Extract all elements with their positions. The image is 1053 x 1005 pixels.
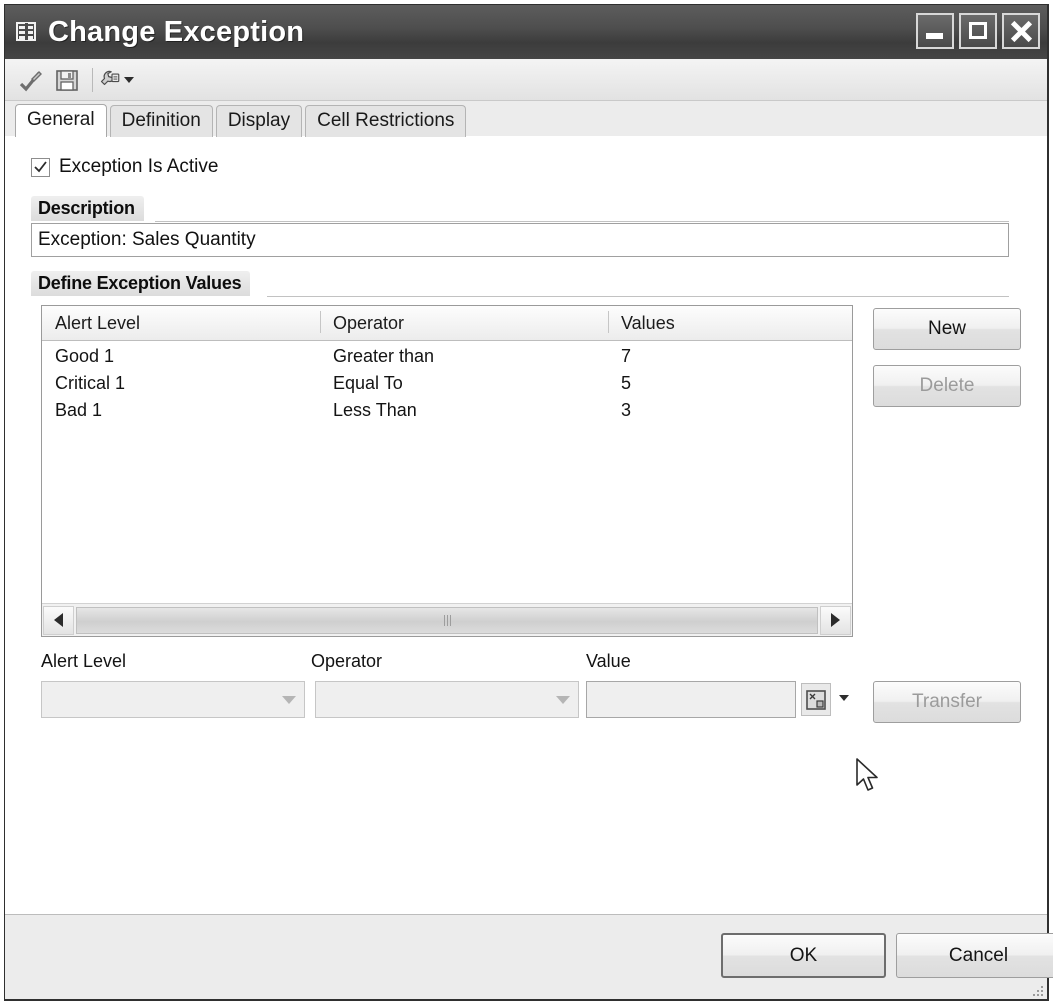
value-label: Value <box>586 651 631 671</box>
exception-is-active-row[interactable]: Exception Is Active <box>31 156 218 178</box>
mouse-cursor <box>856 758 882 799</box>
cell-operator: Equal To <box>333 373 403 393</box>
tools-wrench-icon[interactable] <box>100 64 134 96</box>
scroll-right-button[interactable] <box>820 605 851 635</box>
exception-values-list[interactable]: Alert Level Operator Values Good 1 Great… <box>41 305 853 637</box>
table-grid-icon <box>15 20 39 44</box>
chevron-down-icon[interactable] <box>124 76 134 83</box>
cell-alert-level: Bad 1 <box>55 400 103 420</box>
chevron-left-icon <box>54 613 63 627</box>
check-edit-icon[interactable] <box>13 64 47 96</box>
dialog-footer: OK Cancel <box>5 914 1053 999</box>
operator-label: Operator <box>311 651 383 671</box>
window-title: Change Exception <box>48 15 305 48</box>
cell-alert-level: Good 1 <box>55 346 115 366</box>
title-bar[interactable]: Change Exception <box>5 5 1047 59</box>
transfer-button[interactable]: Transfer <box>873 681 1021 723</box>
chevron-right-icon <box>831 613 840 627</box>
table-row[interactable]: Bad 1 Less Than 3 <box>42 397 852 424</box>
description-group-label: Description <box>31 196 144 221</box>
window-controls <box>916 13 1040 49</box>
value-help-chevron-down-icon[interactable] <box>839 695 849 701</box>
tab-display[interactable]: Display <box>215 105 303 137</box>
scrollbar-grip-icon <box>443 614 451 626</box>
horizontal-scrollbar[interactable] <box>42 603 852 636</box>
exception-is-active-checkbox[interactable] <box>31 157 50 177</box>
column-header-alert-level[interactable]: Alert Level <box>42 306 320 340</box>
cell-operator: Less Than <box>333 400 417 420</box>
exception-is-active-label: Exception Is Active <box>59 156 219 177</box>
toolbar <box>5 59 1047 101</box>
cancel-button[interactable]: Cancel <box>896 933 1053 978</box>
save-icon[interactable] <box>50 64 84 96</box>
scroll-left-button[interactable] <box>43 605 74 635</box>
chevron-down-icon[interactable] <box>274 682 304 717</box>
change-exception-dialog: Change Exception General Definition Disp… <box>4 4 1053 1001</box>
column-header-operator[interactable]: Operator <box>320 306 608 340</box>
alert-level-dropdown[interactable] <box>41 681 305 718</box>
define-exception-values-group-label: Define Exception Values <box>31 271 251 296</box>
cell-value: 5 <box>621 373 632 393</box>
list-body: Good 1 Greater than 7 Critical 1 Equal T… <box>42 341 852 603</box>
cell-value: 7 <box>621 346 632 366</box>
delete-button[interactable]: Delete <box>873 365 1021 407</box>
new-button[interactable]: New <box>873 308 1021 350</box>
description-input[interactable] <box>31 223 1009 257</box>
table-row[interactable]: Critical 1 Equal To 5 <box>42 370 852 397</box>
close-button[interactable] <box>1002 13 1040 49</box>
minimize-button[interactable] <box>916 13 954 49</box>
tab-general[interactable]: General <box>15 104 107 137</box>
description-group-rule <box>155 221 1009 222</box>
alert-level-label: Alert Level <box>41 651 127 671</box>
cell-operator: Greater than <box>333 346 435 366</box>
value-input[interactable] <box>586 681 796 718</box>
tab-cell-restrictions[interactable]: Cell Restrictions <box>305 105 467 137</box>
maximize-button[interactable] <box>959 13 997 49</box>
general-tab-panel: Exception Is Active Description Define E… <box>5 137 1047 914</box>
column-header-values[interactable]: Values <box>608 306 852 340</box>
operator-dropdown[interactable] <box>315 681 579 718</box>
resize-grip-icon[interactable] <box>1027 980 1043 996</box>
list-header-row: Alert Level Operator Values <box>42 306 852 341</box>
checkmark-icon <box>34 160 47 172</box>
table-row[interactable]: Good 1 Greater than 7 <box>42 343 852 370</box>
value-help-icon[interactable] <box>801 683 831 716</box>
cell-alert-level: Critical 1 <box>55 373 126 393</box>
toolbar-separator <box>92 67 93 92</box>
cell-value: 3 <box>621 400 632 420</box>
define-values-group-rule <box>267 296 1009 297</box>
chevron-down-icon[interactable] <box>548 682 578 717</box>
scrollbar-thumb[interactable] <box>76 606 818 634</box>
ok-button[interactable]: OK <box>721 933 886 978</box>
tab-strip: General Definition Display Cell Restrict… <box>5 101 1047 137</box>
tab-definition[interactable]: Definition <box>109 105 213 137</box>
